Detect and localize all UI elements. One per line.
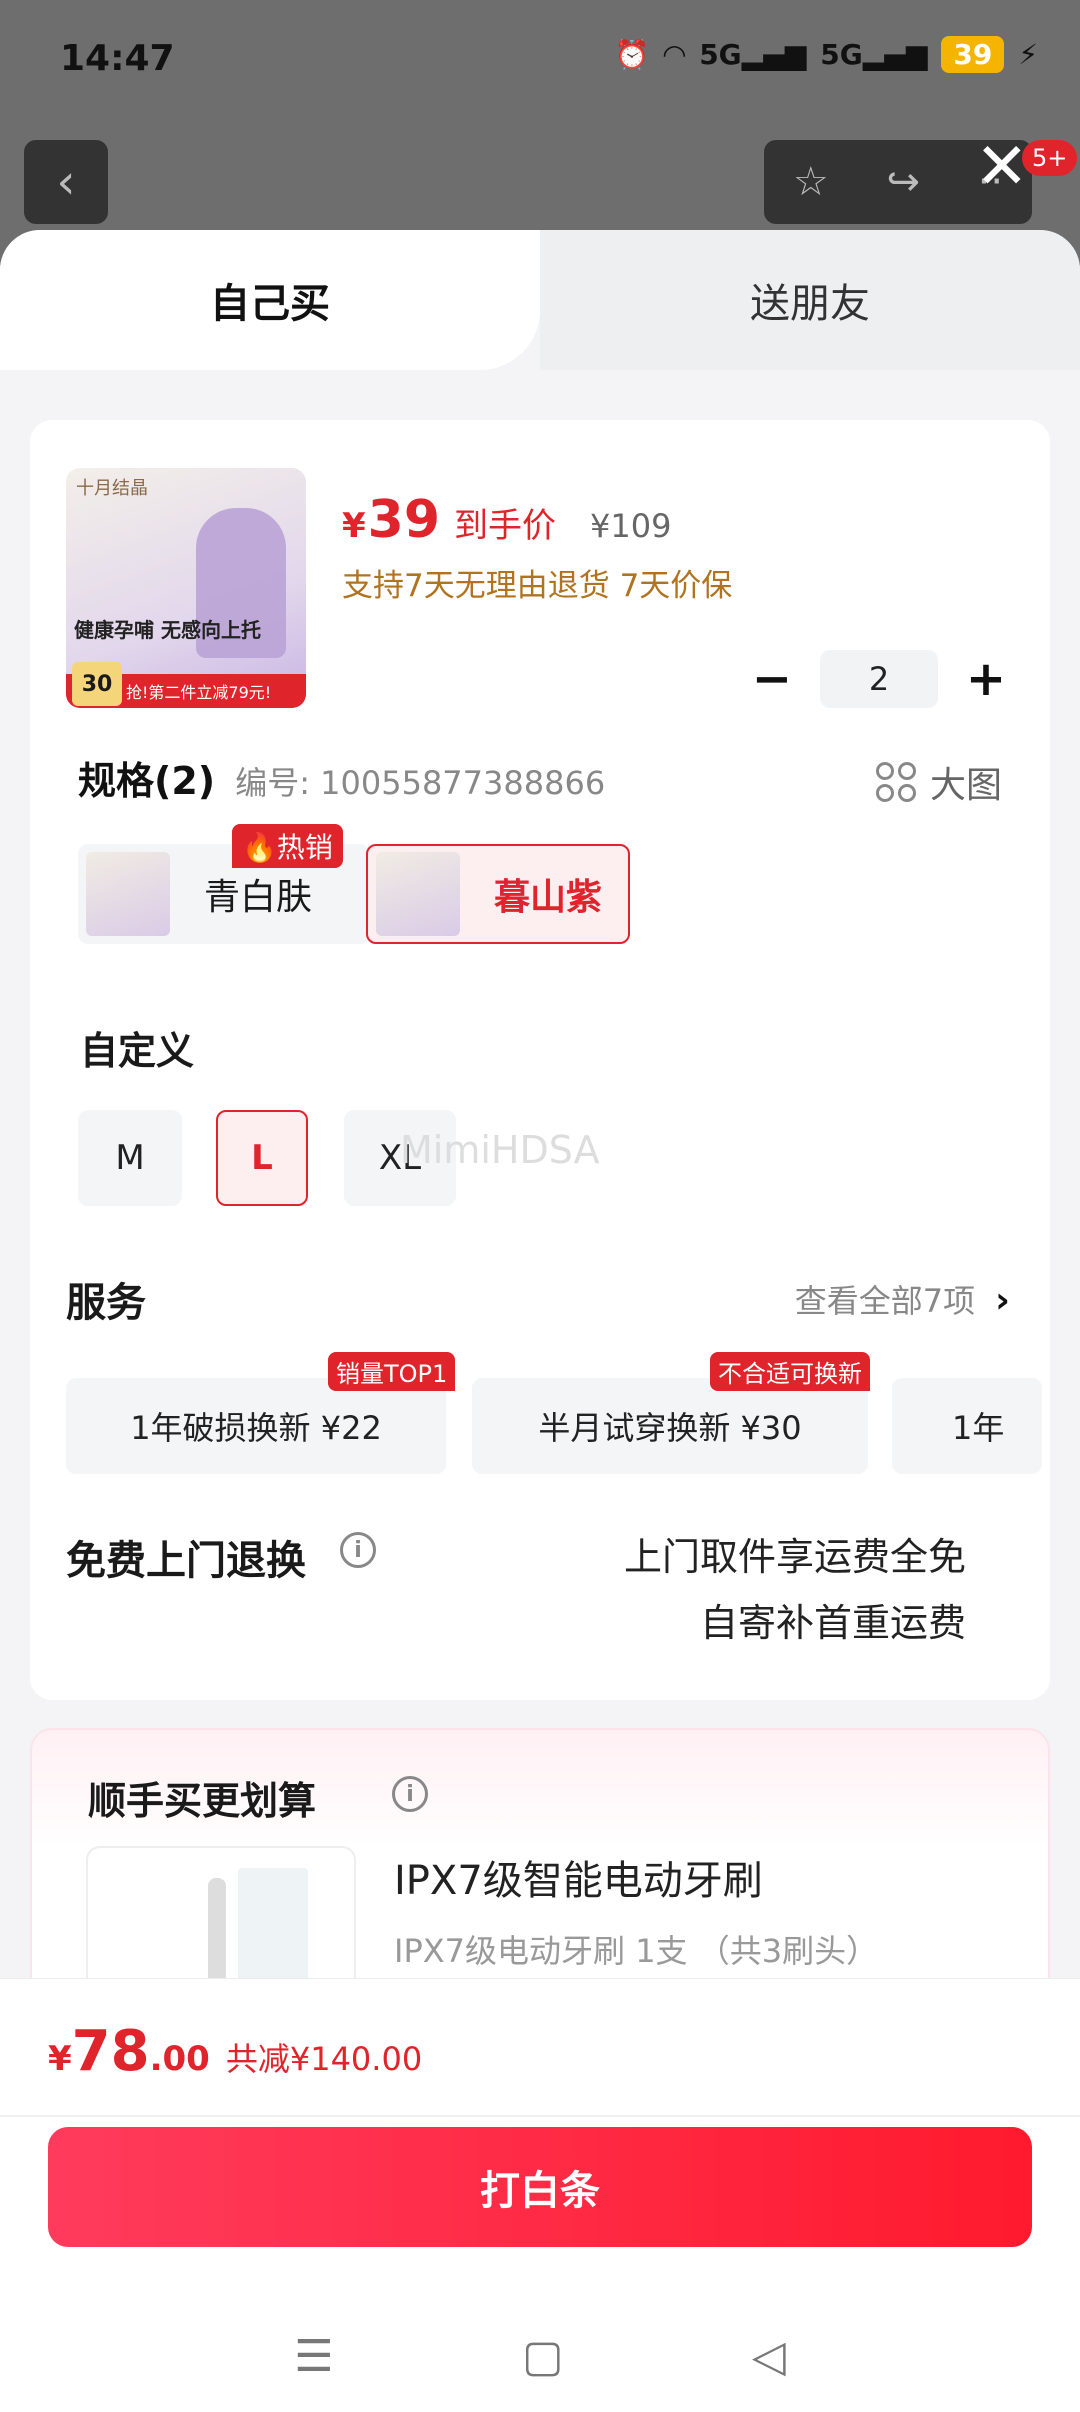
signal-icon: 5G ▂▄▆ — [699, 38, 807, 71]
spec-header: 规格(2) 编号: 10055877388866 — [78, 750, 605, 805]
quantity-value[interactable]: 2 — [820, 650, 938, 708]
bundle-product-name[interactable]: IPX7级智能电动牙刷 — [394, 1848, 763, 1906]
service-option[interactable]: 1年 — [892, 1378, 1042, 1474]
product-thumbnail[interactable]: 十月结晶 健康孕哺 无感向上托 抢!第二件立减79元! 30 — [66, 468, 306, 708]
status-bar: 14:47 ⏰ ◠ 5G ▂▄▆ 5G ▂▄▆ 39 ⚡ — [0, 0, 1080, 120]
total-price: ¥ 78 .00 共减¥140.00 — [48, 2019, 422, 2084]
spec-title: 规格(2) — [78, 759, 216, 803]
buy-button[interactable]: 打白条 — [48, 2127, 1032, 2247]
chevron-left-icon: ‹ — [56, 154, 76, 210]
wifi-icon: ◠ — [663, 38, 686, 71]
original-price: ¥109 — [590, 507, 672, 545]
status-icons: ⏰ ◠ 5G ▂▄▆ 5G ▂▄▆ 39 ⚡ — [615, 36, 1038, 73]
thumb-price-badge: 30 — [72, 662, 122, 706]
tab-buy-self[interactable]: 自己买 — [0, 230, 540, 370]
charging-icon: ⚡ — [1018, 38, 1038, 71]
total-int: 78 — [71, 2019, 150, 2084]
tab-gift-friend[interactable]: 送朋友 — [540, 230, 1080, 370]
variant-label: 青白肤 — [204, 877, 313, 918]
increment-button[interactable]: + — [958, 651, 1014, 707]
status-time: 14:47 — [60, 38, 175, 79]
service-title: 服务 — [66, 1280, 146, 1326]
share-icon[interactable]: ↪ — [886, 159, 920, 205]
star-icon[interactable]: ☆ — [793, 159, 829, 205]
bundle-title: 顺手买更划算 — [88, 1779, 317, 1823]
service-option[interactable]: 半月试穿换新 ¥30 — [472, 1378, 868, 1474]
info-icon[interactable]: i — [340, 1532, 376, 1568]
message-badge: 5+ — [1022, 140, 1078, 176]
variant-option-selected[interactable]: 暮山紫 — [366, 844, 630, 944]
system-nav-bar: ☰ ▢ ◁ — [0, 2300, 1080, 2412]
price-value: 39 — [367, 490, 441, 550]
grid-icon — [875, 762, 916, 802]
price-label: 到手价 — [454, 506, 557, 546]
service-tag: 销量TOP1 — [328, 1352, 456, 1391]
price-symbol: ¥ — [342, 506, 366, 546]
close-icon[interactable]: ✕ — [975, 135, 1029, 199]
tab-bar: 自己买 送朋友 — [0, 230, 1080, 370]
back-button[interactable]: ‹ — [24, 140, 108, 224]
back-icon[interactable]: ◁ — [752, 2331, 786, 2382]
return-line-2: 自寄补首重运费 — [699, 1601, 966, 1645]
battery-icon: 39 — [941, 36, 1005, 73]
variant-label: 暮山紫 — [494, 877, 603, 918]
divider — [0, 2115, 1080, 2117]
watermark: MimiHDSA — [400, 1128, 600, 1172]
variant-image — [376, 852, 460, 936]
variant-image — [86, 852, 170, 936]
size-option-m[interactable]: M — [78, 1110, 182, 1206]
alarm-icon: ⏰ — [614, 38, 650, 71]
custom-title: 自定义 — [80, 1029, 195, 1073]
total-saved: 共减¥140.00 — [225, 2040, 423, 2078]
decrement-button[interactable]: − — [744, 651, 800, 707]
hot-sale-badge: 🔥热销 — [232, 824, 343, 868]
return-title: 免费上门退换 — [66, 1538, 306, 1584]
product-card: 十月结晶 健康孕哺 无感向上托 抢!第二件立减79元! 30 ¥ 39 到手价 … — [30, 420, 1050, 1700]
info-icon[interactable]: i — [392, 1776, 428, 1812]
guarantee-text: 支持7天无理由退货 7天价保 — [342, 568, 733, 604]
total-symbol: ¥ — [48, 2039, 72, 2079]
service-view-all[interactable]: 查看全部7项 › — [795, 1276, 1010, 1322]
thumb-brand: 十月结晶 — [76, 478, 148, 499]
fire-icon: 🔥 — [242, 831, 277, 864]
menu-icon[interactable]: ☰ — [294, 2331, 333, 2382]
total-dec: .00 — [149, 2039, 210, 2079]
big-picture-label: 大图 — [929, 765, 1002, 806]
signal-icon-2: 5G ▂▄▆ — [820, 38, 928, 71]
quantity-stepper: − 2 + — [744, 650, 1014, 708]
thumb-tagline: 健康孕哺 无感向上托 — [74, 618, 261, 642]
chevron-right-icon: › — [995, 1280, 1010, 1321]
service-option[interactable]: 1年破损换新 ¥22 — [66, 1378, 446, 1474]
return-line-1: 上门取件享运费全免 — [623, 1535, 966, 1579]
price-row: ¥ 39 到手价 ¥109 — [342, 490, 671, 550]
product-code: 编号: 10055877388866 — [235, 764, 606, 802]
service-tag: 不合适可换新 — [710, 1352, 870, 1391]
size-option-l[interactable]: L — [216, 1110, 308, 1206]
bundle-product-desc: IPX7级电动牙刷 1支 （共3刷头） — [394, 1932, 879, 1970]
big-picture-button[interactable]: 大图 — [875, 756, 1002, 808]
home-icon[interactable]: ▢ — [522, 2331, 564, 2382]
